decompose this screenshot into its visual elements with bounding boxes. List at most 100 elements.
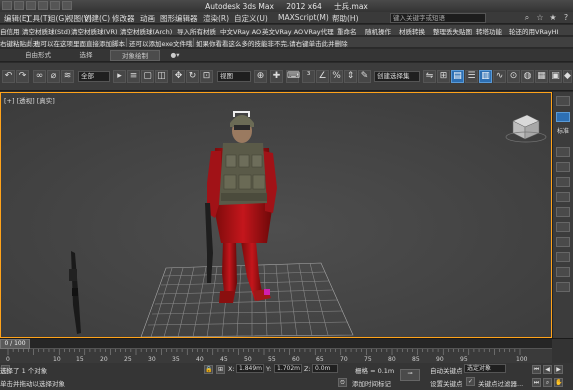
plugin-item[interactable]: 中文VRay AO [220,26,261,36]
graphite-toggle-icon[interactable]: ▥ [479,70,492,83]
edit-named-selection-icon[interactable]: ✎ [358,70,371,83]
zoom-icon[interactable]: ⌕ [543,378,552,387]
unlink-icon[interactable]: ⌀ [47,70,60,83]
scene-explorer-icon[interactable]: ▤ [451,70,464,83]
plugin-item[interactable]: 自信用 [0,26,20,36]
plugin-item[interactable]: 清空材质球(Std) [22,26,70,36]
y-coordinate-field[interactable]: 1.702m [274,364,302,373]
select-object-icon[interactable]: ▸ [113,70,126,83]
time-slider-track[interactable]: 0 / 100 [0,339,552,349]
menu-tools[interactable]: 工具(T) [25,13,50,24]
percent-snap-icon[interactable]: % [330,70,343,83]
plugin-item[interactable]: 整理丢失贴图 [433,26,472,36]
menu-rendering[interactable]: 渲染(R) [203,13,229,24]
select-and-rotate-icon[interactable]: ↻ [186,70,199,83]
ribbon-options-icon[interactable]: ●▾ [166,50,184,61]
bind-spacewarp-icon[interactable]: ≋ [61,70,74,83]
menu-customize[interactable]: 自定义(U) [234,13,268,24]
keyboard-shortcut-toggle-icon[interactable]: ⌨ [286,70,300,83]
key-mode-dropdown[interactable]: 选定对象 [464,364,506,373]
rollout-button[interactable] [556,177,570,187]
create-tab-icon[interactable] [556,96,570,106]
material-editor-icon[interactable]: ◍ [521,70,534,83]
trackbar[interactable]: 0 10 15 20 25 30 35 40 45 50 55 60 65 70… [0,349,552,363]
snap-toggle-icon[interactable]: ³ [302,70,315,83]
rollout-button[interactable] [556,252,570,262]
angle-snap-icon[interactable]: ∠ [316,70,329,83]
menu-modifiers[interactable]: 修改器 [112,13,135,24]
link-icon[interactable]: ∞ [33,70,46,83]
plugin-item[interactable]: VRay代理 [304,26,334,36]
named-selection-set-dropdown[interactable]: 创建选择集 [374,71,420,82]
key-filters-button[interactable]: 关键点过滤器... [478,378,523,388]
plugin-item[interactable]: 材质转换 [399,26,425,36]
tab-freeform[interactable]: 自由形式 [16,50,60,61]
select-and-manipulate-icon[interactable]: ✚ [270,70,283,83]
pivot-center-icon[interactable]: ⊕ [254,70,267,83]
key-mode-toggle-icon[interactable]: ⏭ [532,378,541,387]
pan-icon[interactable]: ✋ [554,378,563,387]
align-icon[interactable]: ⊞ [437,70,450,83]
selection-filter-dropdown[interactable]: 全部 [78,71,110,82]
plugin-item[interactable]: 轮还的用VRayHI [509,26,558,36]
rectangular-selection-icon[interactable]: ▢ [141,70,154,83]
plugin-item[interactable]: 英文VRay AO [262,26,303,36]
rollout-button[interactable] [556,147,570,157]
subscription-icon[interactable]: ☆ [535,13,545,23]
select-and-scale-icon[interactable]: ⊡ [200,70,213,83]
favorites-icon[interactable]: ★ [548,13,558,23]
previous-frame-icon[interactable]: ◀ [543,365,552,374]
rollout-button[interactable] [556,207,570,217]
rollout-button[interactable] [556,162,570,172]
plugin-item[interactable]: 重命名 [337,26,357,36]
key-filter-icon[interactable]: ✓ [466,377,475,386]
go-to-start-icon[interactable]: ⏮ [532,365,541,374]
menu-create[interactable]: 创建(C) [84,13,110,24]
rollout-button[interactable] [556,192,570,202]
time-slider-thumb[interactable]: 0 / 100 [0,339,30,349]
geometry-icon[interactable] [556,112,570,122]
rollout-button[interactable] [556,267,570,277]
mirror-icon[interactable]: ⇋ [423,70,436,83]
undo-icon[interactable]: ↶ [2,70,15,83]
render-production-icon[interactable]: ◆ [563,70,572,83]
schematic-view-icon[interactable]: ⊙ [507,70,520,83]
window-crossing-icon[interactable]: ◫ [155,70,168,83]
x-coordinate-field[interactable]: 1.849m [236,364,264,373]
plugin-item[interactable]: 导入所有材质 [177,26,216,36]
lock-selection-icon[interactable]: 🔒 [204,365,213,374]
plugin-item[interactable]: 随机操作 [365,26,391,36]
select-and-move-icon[interactable]: ✥ [172,70,185,83]
menu-animation[interactable]: 动画 [140,13,155,24]
plugin-item[interactable]: 转塔功能 [476,26,502,36]
curve-editor-icon[interactable]: ∿ [493,70,506,83]
tab-object-paint[interactable]: 对象绘制 [110,50,160,61]
menu-help[interactable]: 帮助(H) [332,13,359,24]
rollout-button[interactable] [556,282,570,292]
menu-graph-editors[interactable]: 图形编辑器 [160,13,198,24]
z-coordinate-field[interactable]: 0.0m [312,364,338,373]
absolute-mode-icon[interactable]: ⊞ [216,365,225,374]
spinner-snap-icon[interactable]: ⇕ [344,70,357,83]
set-key-button[interactable]: 设置关键点 [430,378,463,388]
time-tag-icon[interactable]: ⏲ [338,378,347,387]
select-by-name-icon[interactable]: ≡ [127,70,140,83]
rollout-button[interactable] [556,237,570,247]
help-icon[interactable]: ? [561,13,571,23]
plugin-item[interactable]: 清空材质球(Arch) [120,26,172,36]
redo-icon[interactable]: ↷ [16,70,29,83]
add-time-tag-button[interactable]: 添加时间标记 [352,378,391,388]
viewport-label[interactable]: [+] [透视] [真实] [4,95,55,105]
tab-selection[interactable]: 选择 [66,50,106,61]
play-icon[interactable]: ▶ [554,365,563,374]
menu-maxscript[interactable]: MAXScript(M) [278,13,329,22]
auto-key-button[interactable]: 自动关键点 [430,365,463,375]
search-input[interactable]: 键入关键字或短语 [390,13,486,23]
layer-manager-icon[interactable]: ☰ [465,70,478,83]
rollout-button[interactable] [556,222,570,232]
menu-group[interactable]: 组(G) [48,13,67,24]
plugin-item[interactable]: 如果你看看这么多的技能非不完,请右键单击此并删除 [196,38,348,48]
reference-coordinate-dropdown[interactable]: 视图 [217,71,251,82]
set-key-icon[interactable]: ⊸ [400,369,420,381]
perspective-viewport[interactable]: [+] [透视] [真实] [0,92,552,338]
